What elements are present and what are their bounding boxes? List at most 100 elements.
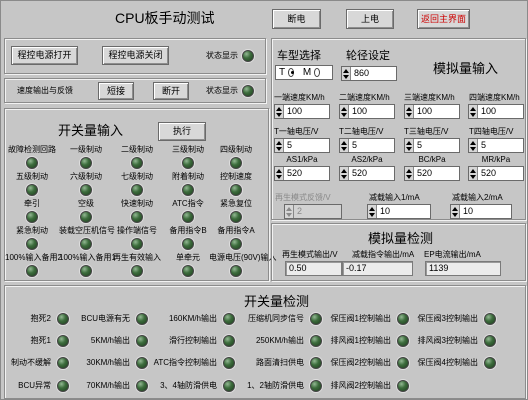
spinner-arrows[interactable]	[368, 205, 377, 218]
return-main-button[interactable]: 返回主界面	[417, 9, 470, 29]
spinner-arrows[interactable]	[405, 105, 414, 118]
axle-voltage-value[interactable]: 5	[414, 139, 459, 152]
spinner-arrows[interactable]	[275, 105, 284, 118]
increment-icon[interactable]	[470, 106, 476, 111]
switch-input-led[interactable]	[230, 265, 242, 277]
switch-input-led[interactable]	[182, 238, 194, 250]
spinner-arrows[interactable]	[275, 139, 284, 152]
axle-voltage-value[interactable]: 5	[349, 139, 394, 152]
decrement-icon[interactable]	[470, 174, 476, 179]
decrement-icon[interactable]	[406, 146, 412, 151]
axle-voltage-value[interactable]: 5	[478, 139, 523, 152]
switch-input-led[interactable]	[182, 265, 194, 277]
increment-icon[interactable]	[286, 206, 292, 211]
load-reduction-1-value[interactable]: 10	[377, 205, 430, 218]
decrement-icon[interactable]	[406, 112, 412, 117]
speed-spinner[interactable]: 100	[339, 104, 395, 119]
axle-voltage-spinner[interactable]: 5	[274, 138, 330, 153]
speed-value[interactable]: 100	[478, 105, 523, 118]
speed-value[interactable]: 100	[284, 105, 329, 118]
wheel-diameter-spinner[interactable]: 860	[341, 66, 397, 81]
switch-input-led[interactable]	[230, 238, 242, 250]
pressure-value[interactable]: 520	[478, 167, 523, 180]
pressure-spinner[interactable]: 520	[274, 166, 330, 181]
axle-voltage-spinner[interactable]: 5	[468, 138, 524, 153]
decrement-icon[interactable]	[341, 146, 347, 151]
wheel-diameter-value[interactable]: 860	[351, 67, 396, 80]
increment-icon[interactable]	[341, 140, 347, 145]
increment-icon[interactable]	[341, 106, 347, 111]
load-reduction-2-value[interactable]: 10	[460, 205, 511, 218]
spinner-arrows[interactable]	[405, 139, 414, 152]
power-on-button[interactable]: 上电	[346, 9, 394, 29]
decrement-icon[interactable]	[341, 112, 347, 117]
axle-voltage-spinner[interactable]: 5	[404, 138, 460, 153]
switch-input-led[interactable]	[26, 238, 38, 250]
power-open-button[interactable]: 程控电源打开	[11, 46, 78, 65]
decrement-icon[interactable]	[369, 212, 375, 217]
spinner-arrows[interactable]	[405, 167, 414, 180]
switch-input-led[interactable]	[80, 265, 92, 277]
switch-input-led[interactable]	[230, 211, 242, 223]
switch-input-led[interactable]	[182, 157, 194, 169]
speed-value[interactable]: 100	[414, 105, 459, 118]
decrement-icon[interactable]	[276, 146, 282, 151]
pressure-spinner[interactable]: 520	[339, 166, 395, 181]
power-off-button[interactable]: 断电	[272, 9, 321, 29]
increment-icon[interactable]	[341, 168, 347, 173]
switch-input-led[interactable]	[26, 265, 38, 277]
pressure-spinner[interactable]: 520	[404, 166, 460, 181]
switch-input-led[interactable]	[80, 184, 92, 196]
increment-icon[interactable]	[276, 168, 282, 173]
spinner-arrows[interactable]	[469, 167, 478, 180]
load-reduction-1-spinner[interactable]: 10	[367, 204, 431, 219]
switch-input-led[interactable]	[26, 157, 38, 169]
switch-input-led[interactable]	[131, 184, 143, 196]
speed-spinner[interactable]: 100	[468, 104, 524, 119]
switch-input-led[interactable]	[230, 184, 242, 196]
disconnect-button[interactable]: 断开	[153, 82, 189, 100]
decrement-icon[interactable]	[452, 212, 458, 217]
spinner-arrows[interactable]	[340, 167, 349, 180]
decrement-icon[interactable]	[286, 212, 292, 217]
spinner-arrows[interactable]	[285, 205, 294, 218]
spinner-arrows[interactable]	[451, 205, 460, 218]
increment-icon[interactable]	[406, 168, 412, 173]
decrement-icon[interactable]	[470, 146, 476, 151]
increment-icon[interactable]	[276, 140, 282, 145]
switch-input-led[interactable]	[26, 184, 38, 196]
decrement-icon[interactable]	[406, 174, 412, 179]
increment-icon[interactable]	[470, 140, 476, 145]
execute-button[interactable]: 执行	[158, 122, 206, 141]
switch-input-led[interactable]	[80, 157, 92, 169]
pressure-spinner[interactable]: 520	[468, 166, 524, 181]
increment-icon[interactable]	[470, 168, 476, 173]
spinner-arrows[interactable]	[340, 105, 349, 118]
pressure-value[interactable]: 520	[284, 167, 329, 180]
spinner-arrows[interactable]	[340, 139, 349, 152]
decrement-icon[interactable]	[276, 174, 282, 179]
spinner-arrows[interactable]	[275, 167, 284, 180]
speed-spinner[interactable]: 100	[274, 104, 330, 119]
decrement-icon[interactable]	[470, 112, 476, 117]
vehicle-type-m-radio[interactable]	[314, 68, 320, 77]
increment-icon[interactable]	[406, 140, 412, 145]
increment-icon[interactable]	[406, 106, 412, 111]
pressure-value[interactable]: 520	[414, 167, 459, 180]
decrement-icon[interactable]	[341, 174, 347, 179]
regen-feedback-value[interactable]: 2	[294, 205, 341, 218]
speed-spinner[interactable]: 100	[404, 104, 460, 119]
switch-input-led[interactable]	[131, 211, 143, 223]
switch-input-led[interactable]	[131, 265, 143, 277]
switch-input-led[interactable]	[131, 157, 143, 169]
spinner-arrows[interactable]	[469, 139, 478, 152]
spinner-arrows[interactable]	[342, 67, 351, 80]
vehicle-type-t-radio[interactable]	[288, 68, 294, 77]
switch-input-led[interactable]	[80, 211, 92, 223]
switch-input-led[interactable]	[131, 238, 143, 250]
increment-icon[interactable]	[369, 206, 375, 211]
speed-value[interactable]: 100	[349, 105, 394, 118]
switch-input-led[interactable]	[26, 211, 38, 223]
switch-input-led[interactable]	[230, 157, 242, 169]
regen-feedback-spinner[interactable]: 2	[284, 204, 342, 219]
